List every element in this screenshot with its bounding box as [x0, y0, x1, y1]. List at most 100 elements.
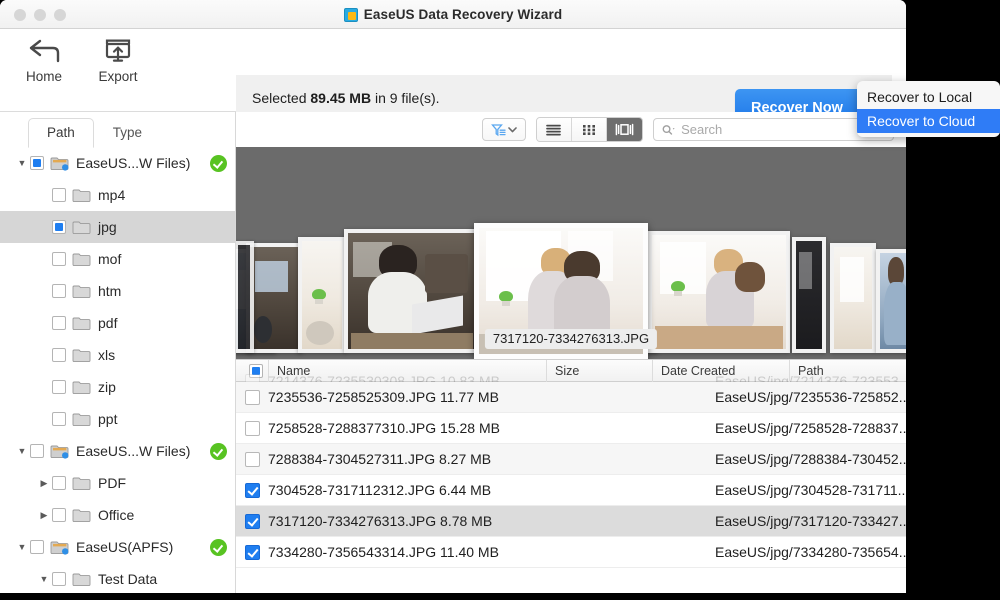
disclosure-down-icon[interactable]: ▼	[14, 542, 30, 552]
table-row[interactable]: 7235536-7258525309.JPG 11.77 MB EaseUS/jp…	[236, 382, 906, 413]
selection-info-text: Selected 89.45 MB in 9 file(s).	[252, 90, 440, 106]
grid-view-icon	[582, 124, 595, 135]
tree-node-checkbox[interactable]	[52, 188, 66, 202]
column-header-path[interactable]: Path	[789, 359, 906, 382]
top-toolbar: Home Export Selected 89.45 MB in 9 file(…	[0, 29, 906, 127]
grid-view-button[interactable]	[571, 118, 607, 141]
row-checkbox[interactable]	[244, 389, 260, 405]
tree-node-jpg[interactable]: jpg	[0, 211, 235, 243]
row-checkbox[interactable]	[244, 420, 260, 436]
tree-node-checkbox[interactable]	[52, 252, 66, 266]
row-checkbox-cell[interactable]	[236, 544, 268, 560]
tree-node-htm[interactable]: htm	[0, 275, 235, 307]
tree-node-checkbox[interactable]	[30, 156, 44, 170]
tree-node-label: EaseUS(APFS)	[76, 539, 174, 555]
row-checkbox-cell[interactable]	[236, 389, 268, 405]
thumbnail[interactable]	[236, 241, 254, 353]
table-header-row: Name Size Date Created Path	[236, 359, 906, 382]
tab-path[interactable]: Path	[28, 118, 94, 148]
tree-node-checkbox[interactable]	[52, 380, 66, 394]
thumbnail[interactable]	[298, 237, 346, 353]
cell-name-size: 7258528-7288377310.JPG 15.28 MB	[268, 420, 578, 436]
tree-node-zip[interactable]: zip	[0, 371, 235, 403]
tree-node-checkbox[interactable]	[52, 572, 66, 586]
select-all-checkbox[interactable]	[249, 363, 263, 378]
cell-name: 7258528-7288377310.JPG	[268, 420, 437, 436]
tree-node-checkbox[interactable]	[52, 316, 66, 330]
row-checkbox-cell[interactable]	[236, 482, 268, 498]
thumbnail[interactable]	[246, 243, 302, 353]
menu-item-recover-to-local[interactable]: Recover to Local	[857, 85, 1000, 109]
tree-node-checkbox[interactable]	[52, 348, 66, 362]
tree-node-mof[interactable]: mof	[0, 243, 235, 275]
thumbnail[interactable]	[876, 249, 906, 353]
disclosure-right-icon[interactable]: ▶	[36, 510, 52, 521]
disclosure-right-icon[interactable]: ▶	[36, 478, 52, 489]
tree-node-checkbox[interactable]	[52, 508, 66, 522]
row-checkbox-cell[interactable]	[236, 513, 268, 529]
row-checkbox[interactable]	[244, 544, 260, 560]
tree-node-office[interactable]: ▶ Office	[0, 499, 235, 531]
thumbnail[interactable]	[792, 237, 826, 353]
cell-size: 11.40 MB	[440, 544, 499, 560]
view-toolbar	[236, 112, 906, 147]
tree-node-label: EaseUS...W Files)	[76, 443, 191, 459]
disclosure-down-icon[interactable]: ▼	[36, 574, 52, 584]
tree-node-xls[interactable]: xls	[0, 339, 235, 371]
table-row[interactable]: 7288384-7304527311.JPG 8.27 MB EaseUS/jpg…	[236, 444, 906, 475]
thumbnail[interactable]	[648, 231, 790, 353]
disclosure-down-icon[interactable]: ▼	[14, 446, 30, 456]
list-view-button[interactable]	[536, 118, 572, 141]
column-header-size[interactable]: Size	[546, 359, 652, 382]
table-row[interactable]: 7334280-7356543314.JPG 11.40 MB EaseUS/jp…	[236, 537, 906, 568]
cell-name: 7334280-7356543314.JPG	[268, 544, 437, 560]
row-checkbox[interactable]	[244, 513, 260, 529]
tree-node-checkbox[interactable]	[52, 284, 66, 298]
tab-type[interactable]: Type	[94, 118, 161, 148]
disclosure-down-icon[interactable]: ▼	[14, 158, 30, 168]
selection-size: 89.45 MB	[310, 90, 372, 106]
home-button[interactable]: Home	[10, 39, 78, 84]
tree-node-label: mp4	[98, 187, 126, 203]
thumbnail[interactable]	[830, 243, 876, 353]
preview-filename-caption: 7317120-7334276313.JPG	[484, 329, 658, 349]
search-input[interactable]	[681, 122, 885, 137]
tree-node-checkbox[interactable]	[52, 220, 66, 234]
column-header-date[interactable]: Date Created	[652, 359, 789, 382]
row-checkbox[interactable]	[244, 482, 260, 498]
row-checkbox-cell[interactable]	[236, 420, 268, 436]
window-title: EaseUS Data Recovery Wizard	[363, 7, 563, 22]
tree-node-checkbox[interactable]	[30, 540, 44, 554]
folder-icon	[72, 508, 91, 523]
filter-funnel-icon	[490, 123, 506, 136]
tree-node-checkbox[interactable]	[52, 476, 66, 490]
tree-node-easeus-apfs[interactable]: ▼ EaseUS(APFS)	[0, 531, 235, 563]
tree-node-test-data[interactable]: ▼ Test Data	[0, 563, 235, 593]
tree-node-checkbox[interactable]	[52, 412, 66, 426]
table-row[interactable]: 7258528-7288377310.JPG 15.28 MB EaseUS/jp…	[236, 413, 906, 444]
row-checkbox[interactable]	[244, 451, 260, 467]
drive-folder-icon	[50, 540, 69, 555]
coverflow-view-button[interactable]	[606, 118, 642, 141]
thumbnail[interactable]	[344, 229, 480, 353]
tree-node-pdf[interactable]: ▶ PDF	[0, 467, 235, 499]
row-checkbox-cell[interactable]	[236, 451, 268, 467]
export-button[interactable]: Export	[84, 39, 152, 84]
select-all-cell[interactable]	[236, 360, 268, 382]
table-row[interactable]: 7304528-7317112312.JPG 6.44 MB EaseUS/jpg…	[236, 475, 906, 506]
tree-node-easeus-w-files[interactable]: ▼ EaseUS...W Files)	[0, 435, 235, 467]
tree-node-mp4[interactable]: mp4	[0, 179, 235, 211]
filter-button[interactable]	[481, 118, 526, 141]
table-row[interactable]: 7317120-7334276313.JPG 8.78 MB EaseUS/jpg…	[236, 506, 906, 537]
tree-node-ppt[interactable]: ppt	[0, 403, 235, 435]
tree-node-label: htm	[98, 283, 122, 299]
chevron-down-icon	[507, 126, 517, 132]
tree-node-easeus-w-files[interactable]: ▼ EaseUS...W Files)	[0, 147, 235, 179]
cell-size: 8.27 MB	[439, 451, 492, 467]
tree-node-label: xls	[98, 347, 116, 363]
column-header-name[interactable]: Name	[268, 359, 546, 382]
tree-node-pdf[interactable]: pdf	[0, 307, 235, 339]
sidebar: Path Type ▼ EaseUS...W Files) mp4 jpg mof htm…	[0, 112, 236, 593]
tree-node-checkbox[interactable]	[30, 444, 44, 458]
menu-item-recover-to-cloud[interactable]: Recover to Cloud	[857, 109, 1000, 133]
